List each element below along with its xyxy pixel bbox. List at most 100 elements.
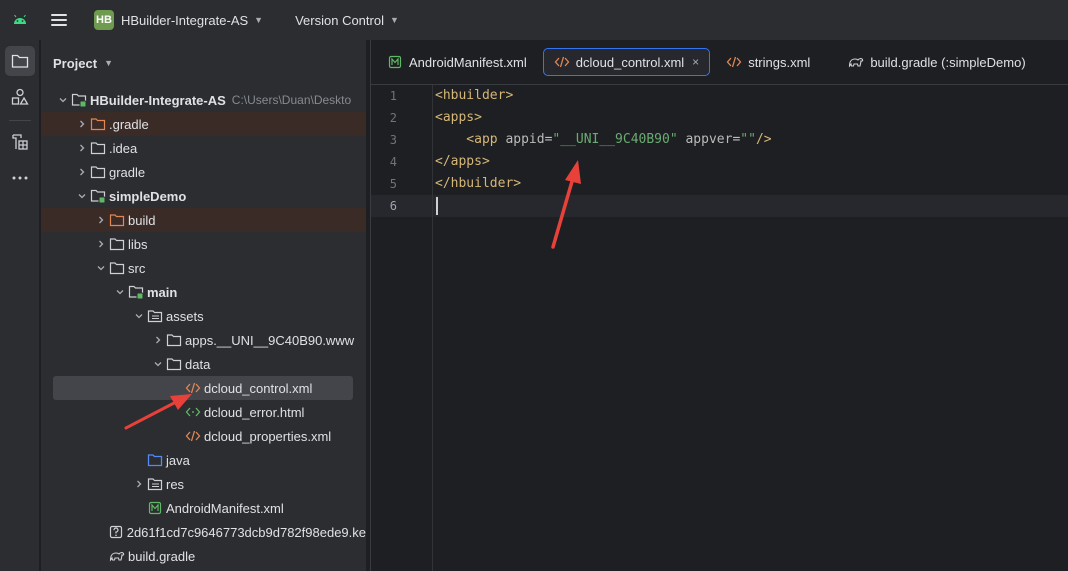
folder-icon <box>90 140 106 156</box>
folder-icon <box>11 54 29 68</box>
editor-tab[interactable]: strings.xml <box>716 48 820 76</box>
html-file-icon <box>185 404 201 420</box>
project-panel: Project ▼ HBuilder-Integrate-AS C:\Users\… <box>41 40 366 571</box>
line-number: 1 <box>389 89 397 103</box>
chevron-down-icon[interactable] <box>150 352 166 376</box>
chevron-right-icon[interactable] <box>93 232 109 256</box>
code-token: "__UNI__9C40B90" <box>552 132 678 147</box>
line-number: 5 <box>389 177 397 191</box>
tree-item-label: gradle <box>109 164 146 180</box>
tree-item-label: res <box>166 476 185 492</box>
tab-label: dcloud_control.xml <box>575 54 685 70</box>
project-tool-button[interactable] <box>5 46 35 76</box>
tree-item[interactable]: gradle <box>41 160 366 184</box>
folder-icon <box>90 164 106 180</box>
project-switcher-button[interactable]: HB HBuilder-Integrate-AS ▼ <box>88 6 269 34</box>
chevron-right-icon[interactable] <box>131 472 147 496</box>
chevron-down-icon[interactable] <box>74 184 90 208</box>
xml-file-icon <box>554 54 570 70</box>
tree-item-label: assets <box>166 308 204 324</box>
resource-folder-icon <box>147 476 163 492</box>
editor-tab[interactable]: AndroidManifest.xml <box>377 48 537 76</box>
folder-icon <box>109 260 125 276</box>
resource-manager-button[interactable] <box>5 127 35 157</box>
tab-label: strings.xml <box>748 54 811 70</box>
tree-item-label: dcloud_control.xml <box>204 380 313 396</box>
tree-item[interactable]: AndroidManifest.xml <box>41 496 366 520</box>
tree-item[interactable]: dcloud_control.xml <box>53 376 353 400</box>
structure-tool-button[interactable] <box>5 82 35 112</box>
tree-item[interactable]: dcloud_error.html <box>41 400 366 424</box>
close-icon[interactable]: × <box>692 55 699 69</box>
chevron-right-icon[interactable] <box>74 160 90 184</box>
tree-item-label: dcloud_error.html <box>204 404 305 420</box>
version-control-label: Version Control <box>295 12 384 28</box>
resource-manager-icon <box>12 134 28 150</box>
tree-item[interactable]: src <box>41 256 366 280</box>
code-token: <apps> <box>435 110 482 125</box>
tree-item[interactable]: build.gradle <box>41 544 366 568</box>
tree-item[interactable]: apps.__UNI__9C40B90.www <box>41 328 366 352</box>
code-line: </hbuilder> <box>435 173 521 195</box>
main-menu-button[interactable] <box>40 0 78 40</box>
line-number: 4 <box>389 155 397 169</box>
line-number: 3 <box>389 133 397 147</box>
tree-item[interactable]: simpleDemo <box>41 184 366 208</box>
tree-item[interactable]: build <box>41 208 366 232</box>
chevron-right-icon[interactable] <box>74 136 90 160</box>
code-line: <apps> <box>435 107 482 129</box>
code-token: <app <box>435 132 506 147</box>
unknown-file-icon <box>108 524 123 540</box>
tree-item[interactable]: java <box>41 448 366 472</box>
editor-tab[interactable]: dcloud_control.xml × <box>542 48 711 76</box>
editor-tab[interactable]: build.gradle (:simpleDemo) <box>838 48 1035 76</box>
chevron-right-icon[interactable] <box>74 112 90 136</box>
tree-item[interactable]: libs <box>41 232 366 256</box>
tree-item[interactable]: data <box>41 352 366 376</box>
tree-item[interactable]: dcloud_properties.xml <box>41 424 366 448</box>
tree-item[interactable]: main <box>41 280 366 304</box>
more-icon <box>12 176 28 180</box>
tree-item[interactable]: .idea <box>41 136 366 160</box>
tree-item-label: HBuilder-Integrate-AS <box>90 92 226 108</box>
tree-item[interactable]: assets <box>41 304 366 328</box>
code-token: appver <box>677 132 733 147</box>
folder-icon <box>166 332 182 348</box>
tree-item-label: src <box>128 260 146 276</box>
chevron-down-icon[interactable] <box>112 280 128 304</box>
tree-item-label: .idea <box>109 140 138 156</box>
editor-pane: AndroidManifest.xml dcloud_control.xml × st… <box>370 40 1068 571</box>
code-line: <app appid="__UNI__9C40B90" appver=""/> <box>435 129 771 151</box>
xml-file-icon <box>185 380 201 396</box>
tree-item[interactable]: HBuilder-Integrate-AS C:\Users\Duan\Deskt… <box>41 88 366 112</box>
line-number: 2 <box>389 111 397 125</box>
tree-item-label: build.gradle <box>128 548 196 564</box>
chevron-right-icon[interactable] <box>150 328 166 352</box>
tree-item-path: C:\Users\Duan\Deskto <box>231 93 352 107</box>
excluded-folder-icon <box>90 116 106 132</box>
code-editor[interactable]: 1 2 3 4 5 6 <hbuilder> <apps> <app appid="__UN… <box>371 85 1068 571</box>
chevron-down-icon[interactable] <box>93 256 109 280</box>
version-control-button[interactable]: Version Control ▼ <box>289 6 405 34</box>
chevron-down-icon[interactable] <box>131 304 147 328</box>
tree-item-label: apps.__UNI__9C40B90.www <box>185 332 355 348</box>
android-logo-icon[interactable] <box>0 0 40 40</box>
gradle-file-icon <box>109 548 125 564</box>
tab-label: build.gradle (:simpleDemo) <box>870 54 1026 70</box>
more-tools-button[interactable] <box>5 163 35 193</box>
tree-item[interactable]: 2d61f1cd7c9646773dcb9d782f98ede9.ke <box>41 520 366 544</box>
code-token: </hbuilder> <box>435 176 522 191</box>
xml-file-icon <box>726 54 742 70</box>
text-caret <box>436 197 438 215</box>
chevron-down-icon[interactable] <box>55 88 71 112</box>
tree-item-label: libs <box>128 236 148 252</box>
code-token: appid <box>505 132 545 147</box>
project-name: HBuilder-Integrate-AS <box>121 12 249 28</box>
tree-item[interactable]: res <box>41 472 366 496</box>
folder-icon <box>109 236 125 252</box>
module-folder-icon <box>71 92 87 108</box>
project-view-selector[interactable]: Project ▼ <box>41 40 366 86</box>
chevron-right-icon[interactable] <box>93 208 109 232</box>
tree-item[interactable]: .gradle <box>41 112 366 136</box>
